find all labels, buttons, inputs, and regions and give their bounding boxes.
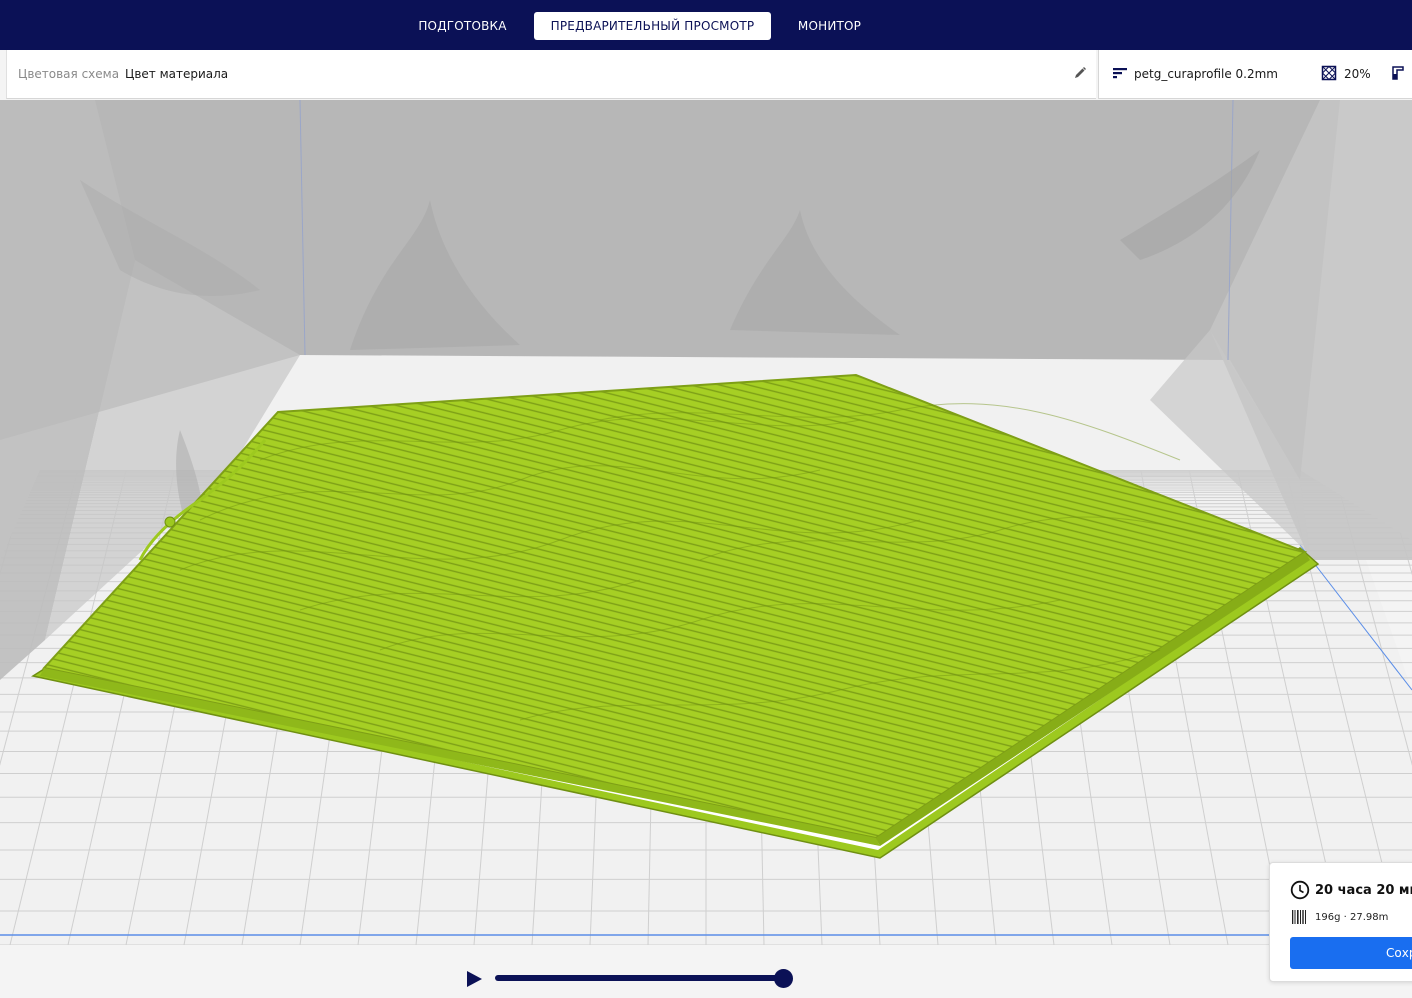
infill-icon [1321,65,1337,81]
spool-icon [1292,910,1306,924]
pencil-icon[interactable] [1073,66,1087,80]
tab-prepare[interactable]: ПОДГОТОВКА [405,12,520,40]
support-icon [1392,66,1404,80]
infill-value: 20% [1344,67,1371,81]
play-icon[interactable] [463,968,485,990]
print-info-card: 20 часа 20 мин 196g · 27.98m Сохранить н… [1269,862,1412,982]
clock-icon [1290,880,1310,900]
tab-preview[interactable]: ПРЕДВАРИТЕЛЬНЫЙ ПРОСМОТР [534,12,771,40]
color-scheme-label: Цветовая схема [18,67,120,81]
color-scheme-value[interactable]: Цвет материала [125,67,228,81]
color-scheme-panel[interactable]: Цветовая схема Цвет материала [6,50,1096,99]
layer-slider-handle[interactable] [774,969,793,988]
3d-viewport[interactable] [0,0,1412,998]
material-usage: 196g · 27.98m [1315,912,1389,923]
save-to-disk-button[interactable]: Сохранить на диск [1290,937,1412,969]
layer-slider-track[interactable] [495,975,791,981]
cura-window: ПОДГОТОВКА ПРЕДВАРИТЕЛЬНЫЙ ПРОСМОТР МОНИ… [0,0,1412,998]
print-setup-panel[interactable]: petg_curaprofile 0.2mm 20% [1098,50,1412,99]
viewport-scene [0,0,1412,998]
print-time: 20 часа 20 мин [1315,883,1412,898]
tab-monitor[interactable]: МОНИТОР [783,12,876,40]
profile-name: petg_curaprofile 0.2mm [1134,67,1278,81]
stage-menu: ПОДГОТОВКА ПРЕДВАРИТЕЛЬНЫЙ ПРОСМОТР МОНИ… [0,0,1412,50]
profile-icon [1113,68,1127,79]
